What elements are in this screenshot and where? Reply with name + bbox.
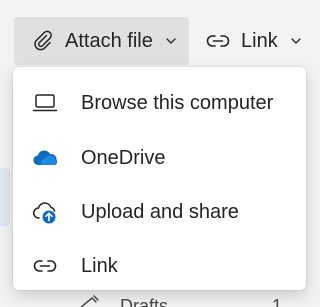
- menu-item-link[interactable]: Link: [13, 239, 306, 293]
- paperclip-icon: [31, 29, 55, 53]
- folder-row-drafts[interactable]: Drafts 1: [78, 291, 308, 307]
- selected-item-highlight: [0, 168, 10, 226]
- attach-file-button[interactable]: Attach file: [14, 17, 189, 65]
- link-label: Link: [241, 29, 278, 52]
- laptop-icon: [32, 90, 58, 116]
- menu-item-browse-computer[interactable]: Browse this computer: [13, 76, 306, 130]
- compose-toolbar: Attach file Link: [0, 0, 318, 72]
- menu-item-label: Link: [81, 254, 118, 277]
- attach-file-menu: Browse this computer OneDrive Upload and…: [13, 67, 306, 290]
- outlook-compose-area: Attach file Link Drafts 1 Browse this co…: [0, 0, 318, 307]
- link-icon: [32, 253, 58, 279]
- folder-label: Drafts: [120, 296, 169, 307]
- onedrive-cloud-icon: [32, 145, 58, 171]
- cloud-upload-icon: [32, 199, 58, 225]
- folder-count: 1: [271, 296, 282, 307]
- menu-item-label: Browse this computer: [81, 91, 274, 114]
- chevron-down-icon: [290, 35, 302, 47]
- drafts-pencil-icon: [78, 294, 104, 307]
- menu-item-upload-share[interactable]: Upload and share: [13, 185, 306, 239]
- menu-item-label: Upload and share: [81, 200, 239, 223]
- attach-file-label: Attach file: [65, 29, 153, 52]
- link-button[interactable]: Link: [197, 17, 315, 65]
- menu-item-label: OneDrive: [81, 146, 166, 169]
- chevron-down-icon: [165, 35, 177, 47]
- menu-item-onedrive[interactable]: OneDrive: [13, 131, 306, 185]
- link-icon: [205, 29, 231, 53]
